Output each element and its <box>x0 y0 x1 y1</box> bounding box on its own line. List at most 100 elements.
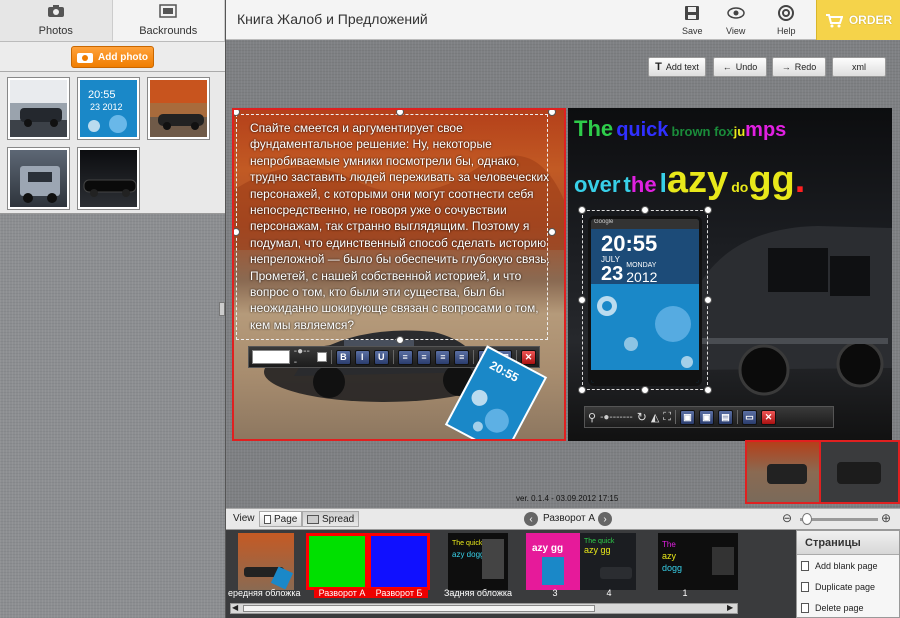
zoom-slider-thumb[interactable] <box>802 513 812 525</box>
resize-handle[interactable] <box>704 386 712 394</box>
bold-button[interactable]: B <box>335 349 351 365</box>
duplicate-page-button[interactable]: Duplicate page <box>797 576 899 597</box>
resize-handle[interactable] <box>704 206 712 214</box>
help-button[interactable]: Help <box>777 5 796 36</box>
image-frame-icon[interactable]: ▭ <box>741 409 757 425</box>
spread-navigator[interactable] <box>745 440 900 504</box>
underline-button[interactable]: U <box>373 349 389 365</box>
zoom-in-icon[interactable]: ⊕ <box>881 511 891 525</box>
rotate-icon[interactable]: ↻ <box>637 410 647 424</box>
save-button[interactable]: Save <box>682 5 703 36</box>
headline-line-2[interactable]: over the lazy dogg. <box>574 160 805 209</box>
delete-icon[interactable]: ✕ <box>760 409 776 425</box>
next-spread-button[interactable]: › <box>598 512 612 526</box>
photo-thumbnail[interactable] <box>8 78 69 139</box>
send-back-icon[interactable]: ▣ <box>698 409 714 425</box>
resize-handle[interactable] <box>234 110 240 116</box>
page-view-label: Page <box>274 513 298 525</box>
undo-button[interactable]: ← Undo <box>713 57 767 77</box>
view-button[interactable]: View <box>726 5 745 36</box>
color-swatch[interactable] <box>316 352 327 362</box>
resize-handle[interactable] <box>641 386 649 394</box>
svg-text:azy gg: azy gg <box>532 543 563 554</box>
page-view-button[interactable]: Page <box>259 511 303 527</box>
pages-scrollbar[interactable]: ◀ ▶ <box>230 603 738 614</box>
align-right-icon[interactable]: ≡ <box>435 349 451 365</box>
photo-thumbnail[interactable] <box>78 148 139 209</box>
resize-handle[interactable] <box>704 296 712 304</box>
bring-front-icon[interactable]: ▣ <box>679 409 695 425</box>
page-thumbnail-1[interactable]: The azy dogg <box>658 533 708 590</box>
resize-handle[interactable] <box>641 206 649 214</box>
page-thumbnail-front-cover[interactable] <box>238 533 294 590</box>
order-button[interactable]: ORDER <box>816 0 900 40</box>
headline-word: over <box>574 172 621 197</box>
resize-handle[interactable] <box>578 296 586 304</box>
redo-button[interactable]: → Redo <box>772 57 826 77</box>
left-tabs: Photos Backrounds <box>0 0 225 42</box>
resize-handle[interactable] <box>234 228 240 236</box>
page-thumbnail-2[interactable] <box>708 533 738 590</box>
add-photo-button[interactable]: Add photo <box>71 46 154 68</box>
headline-word: The <box>574 116 614 141</box>
align-left-icon[interactable]: ≡ <box>397 349 413 365</box>
page-label: Разворот А <box>314 588 370 598</box>
image-zoom-slider[interactable]: -●------- <box>600 412 633 423</box>
left-page[interactable]: Спайте смеется и аргументирует свое фунд… <box>232 108 566 441</box>
photo-thumbnail[interactable] <box>148 78 209 139</box>
scrollbar-thumb[interactable] <box>243 605 595 612</box>
duplicate-page-label: Duplicate page <box>815 581 876 592</box>
previous-spread-button[interactable]: ‹ <box>524 512 538 526</box>
resize-handle[interactable] <box>578 386 586 394</box>
tab-backgrounds[interactable]: Backrounds <box>113 0 225 41</box>
justify-icon[interactable]: ≡ <box>454 349 470 365</box>
photo-thumbnail[interactable]: 20:55 23 2012 <box>78 78 139 139</box>
body-text[interactable]: Спайте смеется и аргументирует свое фунд… <box>250 120 556 333</box>
right-page[interactable]: The quick brown foxjumps over the lazy d… <box>568 108 892 441</box>
add-photo-bar: Add photo <box>0 42 225 72</box>
add-text-button[interactable]: T Add text <box>648 57 706 77</box>
zoom-icon[interactable]: ⚲ <box>588 411 596 424</box>
headline-line-1[interactable]: The quick brown foxjumps <box>574 116 786 142</box>
delete-page-label: Delete page <box>815 602 864 613</box>
spread-view-button[interactable]: Spread <box>302 511 360 527</box>
flip-icon[interactable]: ◭ <box>651 411 659 424</box>
phone-time: 20:55 <box>601 231 658 256</box>
align-center-icon[interactable]: ≡ <box>416 349 432 365</box>
page-thumbnail-4[interactable]: The quick azy gg <box>580 533 636 590</box>
font-select[interactable] <box>252 350 290 364</box>
slider-icon[interactable]: -●--- <box>294 346 313 368</box>
top-bar: Книга Жалоб и Предложений Save View Help… <box>226 0 900 40</box>
svg-text:dogg: dogg <box>662 563 682 573</box>
fit-icon[interactable]: ⛶ <box>663 411 671 424</box>
scroll-left-icon[interactable]: ◀ <box>232 603 238 612</box>
delete-icon[interactable]: ✕ <box>521 349 536 365</box>
page-thumbnail-back-cover[interactable]: The quick azy dogg <box>448 533 508 590</box>
headline-word: t <box>623 172 631 197</box>
redo-label: Redo <box>794 62 817 72</box>
page-thumbnail-3[interactable]: azy gg <box>526 533 580 590</box>
resize-handle[interactable] <box>396 336 404 344</box>
resize-handle[interactable] <box>578 206 586 214</box>
delete-page-button[interactable]: Delete page <box>797 597 899 618</box>
page-thumbnail-spread-a[interactable] <box>306 533 368 590</box>
background-icon <box>159 4 177 22</box>
tab-photos[interactable]: Photos <box>0 0 113 41</box>
add-blank-page-button[interactable]: Add blank page <box>797 555 899 576</box>
tab-backgrounds-label: Backrounds <box>139 25 198 37</box>
spread-view-label: Spread <box>322 513 355 525</box>
photo-thumbnail[interactable] <box>8 148 69 209</box>
replace-image-icon[interactable]: ▤ <box>717 409 733 425</box>
phone-image[interactable]: Google 20:55 JULY 23 MONDAY 2012 <box>588 216 702 386</box>
resize-handle[interactable] <box>396 110 404 116</box>
resize-handle[interactable] <box>548 110 556 116</box>
view-bar: View Page Spread ‹ Разворот А › ⊖ ⊕ <box>226 508 900 530</box>
resize-handle[interactable] <box>548 228 556 236</box>
phone-search-bar: Google <box>591 219 699 229</box>
panel-resize-handle[interactable] <box>219 302 225 316</box>
scroll-right-icon[interactable]: ▶ <box>727 603 733 612</box>
xml-button[interactable]: xml <box>832 57 886 77</box>
italic-button[interactable]: I <box>354 349 370 365</box>
page-thumbnail-spread-b[interactable] <box>368 533 430 590</box>
zoom-out-icon[interactable]: ⊖ <box>782 511 792 525</box>
